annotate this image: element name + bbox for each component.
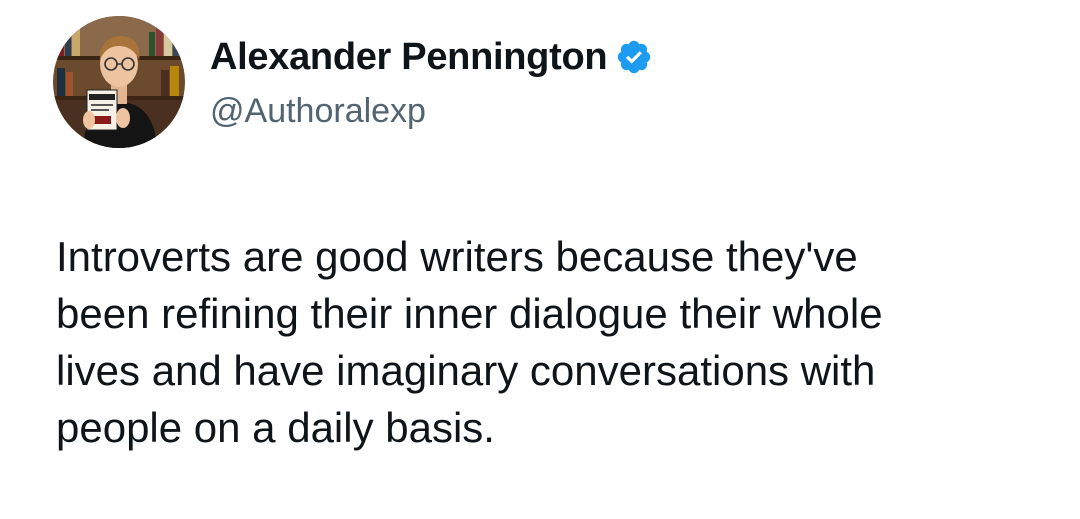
author-handle[interactable]: @Authoralexp — [210, 90, 426, 132]
tweet-text-line: been refining their inner dialogue their… — [56, 290, 883, 337]
tweet-text-line: people on a daily basis. — [56, 404, 495, 451]
tweet-text-line: lives and have imaginary conversations w… — [56, 347, 876, 394]
avatar[interactable] — [53, 16, 185, 148]
author-name-row: Alexander Pennington — [210, 34, 653, 80]
tweet-text: Introverts are good writers because they… — [56, 228, 1056, 456]
avatar-photo — [53, 16, 185, 148]
verified-badge-icon[interactable] — [615, 38, 653, 76]
tweet-text-line: Introverts are good writers because they… — [56, 233, 858, 280]
author-display-name[interactable]: Alexander Pennington — [210, 34, 608, 80]
tweet-card: Alexander Pennington @Authoralexp Introv… — [0, 0, 1080, 519]
